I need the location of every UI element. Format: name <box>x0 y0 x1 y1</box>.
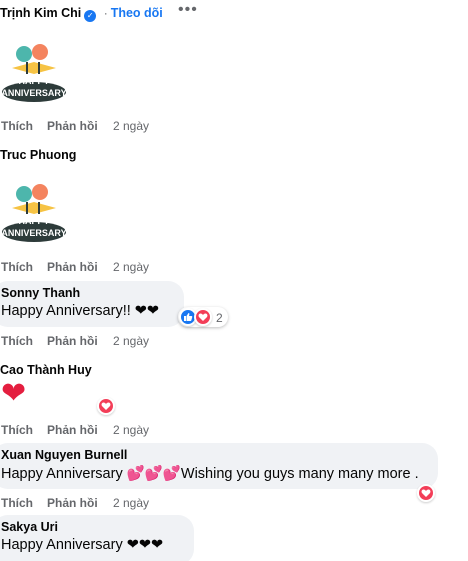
reaction-count[interactable]: 2 <box>216 311 223 325</box>
comment-text: Happy Anniversary 💕💕💕Wishing you guys ma… <box>1 466 419 482</box>
reply-button[interactable]: Phản hồi <box>47 423 98 437</box>
comment-time[interactable]: 2 ngày <box>113 423 149 437</box>
comment-time[interactable]: 2 ngày <box>113 334 149 348</box>
sticker-text-anniversary: ANNIVERSARY <box>1 88 66 98</box>
comment-author[interactable]: Truc Phuong <box>0 148 76 162</box>
comment-actions: Thích Phản hồi 2 ngày <box>1 260 149 274</box>
verified-badge-icon: ✓ <box>84 10 97 22</box>
comment-actions: Thích Phản hồi 2 ngày <box>1 119 149 133</box>
comment-time[interactable]: 2 ngày <box>113 496 149 510</box>
love-reaction-icon <box>194 308 212 326</box>
comment-actions: Thích Phản hồi 2 ngày <box>1 423 149 437</box>
love-reaction-icon[interactable] <box>97 397 115 415</box>
like-button[interactable]: Thích <box>1 423 33 437</box>
separator-dot: · <box>103 6 108 20</box>
comment-author[interactable]: Sonny Thanh <box>1 286 80 300</box>
comment-actions: Thích Phản hồi 2 ngày <box>1 496 149 510</box>
comment-bubble: Sonny Thanh Happy Anniversary!! ❤❤ <box>0 281 184 327</box>
comment-time[interactable]: 2 ngày <box>113 260 149 274</box>
svg-text:HAPPY: HAPPY <box>18 216 49 226</box>
comment-bubble: Sakya Uri Happy Anniversary ❤❤❤ <box>0 515 194 561</box>
comment-author[interactable]: Xuan Nguyen Burnell <box>1 448 127 462</box>
comment-text: ❤ <box>1 377 27 410</box>
comment-text: Happy Anniversary!! ❤❤ <box>1 303 160 319</box>
like-button[interactable]: Thích <box>1 496 33 510</box>
like-button[interactable]: Thích <box>1 119 33 133</box>
reply-button[interactable]: Phản hồi <box>47 496 98 510</box>
reply-button[interactable]: Phản hồi <box>47 334 98 348</box>
comment-text: Happy Anniversary ❤❤❤ <box>1 537 164 553</box>
follow-button[interactable]: Theo dõi <box>111 6 163 20</box>
birds-sticker-icon: HAPPY ANNIVERSARY <box>0 38 68 106</box>
love-reaction-icon[interactable] <box>417 484 435 502</box>
like-button[interactable]: Thích <box>1 260 33 274</box>
comment-actions: Thích Phản hồi 2 ngày <box>1 334 149 348</box>
comment-author[interactable]: Cao Thành Huy <box>0 363 92 377</box>
like-button[interactable]: Thích <box>1 334 33 348</box>
comment-author[interactable]: Trịnh Kim Chi <box>0 6 81 20</box>
reply-button[interactable]: Phản hồi <box>47 260 98 274</box>
reply-button[interactable]: Phản hồi <box>47 119 98 133</box>
comment-author[interactable]: Sakya Uri <box>1 520 58 534</box>
sticker-text-happy: HAPPY <box>18 76 49 86</box>
more-options-button[interactable]: ••• <box>178 1 198 19</box>
svg-text:ANNIVERSARY: ANNIVERSARY <box>1 228 66 238</box>
comment-time[interactable]: 2 ngày <box>113 119 149 133</box>
comment-bubble: Xuan Nguyen Burnell Happy Anniversary 💕💕… <box>0 443 438 489</box>
comment-header-1: Trịnh Kim Chi ✓ · Theo dõi ••• <box>0 1 468 22</box>
birds-sticker-icon: HAPPY ANNIVERSARY <box>0 178 68 246</box>
